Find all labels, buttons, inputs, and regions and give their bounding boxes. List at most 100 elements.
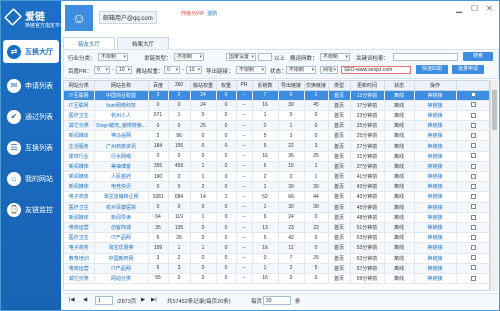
table-row[interactable]: 其它分类 Singo装饰_装修搜索... 0 0 25 0 -- 0 1 0 首页 25分钟前 离线 换链… xyxy=(64,120,489,132)
row-checkbox-cell[interactable] xyxy=(456,263,489,274)
exchange-link[interactable]: 换链接 xyxy=(414,130,457,142)
sidebar-item-exchange-list[interactable]: ☰ 互换列表 xyxy=(3,136,59,159)
site-name[interactable]: 广州商旅资讯 xyxy=(94,140,149,152)
maximize-icon[interactable]: ☐ xyxy=(471,4,478,13)
table-row[interactable]: 其它分类 网站分类 55 0 0 0 -- 16 0 0 首页 59分钟前 离线 换链接 xyxy=(64,273,489,285)
table-row[interactable]: IT互联网 中国商业联盟 3 2 24 0 -- 7 0 1 首页 13分钟前 离线 换链接 xyxy=(64,90,489,101)
row-checkbox-cell[interactable] xyxy=(456,120,489,132)
br-from-select[interactable]: 0 xyxy=(164,66,180,74)
table-row[interactable]: 新闻媒体 人民首府 190 2 1 0 -- 2 2 1 首页 41分钟前 离线 换链接 xyxy=(64,171,489,183)
row-checkbox[interactable] xyxy=(471,102,476,108)
batch-apply-button[interactable]: 批量申请 xyxy=(452,65,484,74)
exchange-link[interactable]: 换链接 xyxy=(414,222,457,234)
exchange-link[interactable]: 换链接 xyxy=(414,181,457,193)
site-name[interactable]: 杭州人人 xyxy=(94,110,149,122)
site-name[interactable]: 杭州百康医院 xyxy=(94,202,149,213)
site-name[interactable]: 淘宝优惠券 xyxy=(94,242,149,254)
table-row[interactable]: 新闻媒体 神马谷网 2 96 0 0 -- 5 3 0 首页 25分钟前 离线 换链接 xyxy=(64,130,489,142)
exchange-link[interactable]: 换链接 xyxy=(414,202,457,213)
table-row[interactable]: 新闻媒体 美柚博客 355 459 1 0 -- 6 15 1 首页 37分钟前 离线 换链接 xyxy=(64,161,489,173)
column-header[interactable]: 交换链接 xyxy=(304,81,329,91)
column-header[interactable]: PR xyxy=(236,81,253,91)
column-header[interactable]: 权重 xyxy=(216,81,237,91)
row-checkbox[interactable] xyxy=(471,112,476,118)
table-row[interactable]: 医疗卫生 IT产品网 5 26 0 0 -- 5 42 0 首页 53分钟前 离线 换链接 xyxy=(64,232,489,244)
table-row[interactable]: 教育培训 中国教育网 3 2 0 0 -- 0 7 25 首页 53分钟前 离线 换链接 xyxy=(64,253,489,264)
status-select[interactable]: 不限制 xyxy=(286,66,316,74)
row-checkbox[interactable] xyxy=(471,255,476,261)
upgrade-vip-link[interactable]: 升级为VIP 送购 xyxy=(181,10,217,17)
column-header[interactable]: 导出链接 xyxy=(278,81,305,91)
row-checkbox[interactable] xyxy=(471,183,476,189)
column-header[interactable]: 更新时间 xyxy=(350,81,385,91)
column-header[interactable]: 网站名称 xyxy=(94,81,149,91)
site-name[interactable]: Singo装饰_装修搜索... xyxy=(94,120,149,132)
table-row[interactable]: 新闻媒体 电竞快讯 0 0 2 0 -- 1 30 30 首页 43分钟前 离线 换链接 xyxy=(64,181,489,193)
site-name[interactable]: 中国商业联盟 xyxy=(94,90,149,101)
row-checkbox[interactable] xyxy=(471,275,476,281)
exchange-link[interactable]: 换链接 xyxy=(414,120,457,132)
row-checkbox-cell[interactable] xyxy=(456,90,489,101)
table-row[interactable]: 医疗卫生 杭州人人 571 1 0 0 -- 1 0 0 首页 23分钟前 离线 换链接 xyxy=(64,110,489,122)
site-name[interactable]: 创客商城 xyxy=(94,222,149,234)
prev-page-icon[interactable]: ◀ xyxy=(83,297,87,303)
page-input[interactable]: 1 xyxy=(95,296,113,305)
row-checkbox-cell[interactable] xyxy=(456,181,489,193)
site-name[interactable]: 人民首府 xyxy=(94,171,149,183)
table-row[interactable]: 新闻媒体 新闻导读 64 119 1 0 -- 9 24 0 首页 48分钟前 离线 换链接 xyxy=(64,212,489,223)
row-checkbox-cell[interactable] xyxy=(456,171,489,183)
first-page-icon[interactable]: |◀ xyxy=(69,297,75,303)
min-input[interactable] xyxy=(258,53,272,61)
table-row[interactable]: 电商运营 创客商城 35 105 0 0 -- 13 23 22 首页 51分钟前 离线 换链接 xyxy=(64,222,489,234)
exchange-link[interactable]: 换链接 xyxy=(414,140,457,152)
row-checkbox[interactable] xyxy=(471,224,476,230)
column-header[interactable] xyxy=(456,81,489,91)
row-checkbox[interactable] xyxy=(471,122,476,128)
sidebar-item-exchange-hall[interactable]: ⇄ 互换大厅 xyxy=(3,40,59,63)
row-checkbox[interactable] xyxy=(471,133,476,139)
region-select[interactable]: 国家设置 xyxy=(226,53,256,61)
site-name[interactable]: IT产品网 xyxy=(94,232,149,244)
site-name[interactable]: 美柚博客 xyxy=(94,161,149,173)
tab-friend-hall[interactable]: 链友大厅 xyxy=(63,37,116,49)
column-header[interactable]: 类型 xyxy=(328,81,351,91)
table-row[interactable]: IT互联网 Itum网络科技 0 0 24 0 -- 16 30 45 首页 17分钟前 离线 换链接 xyxy=(64,100,489,111)
site-name[interactable]: 淘宝店铺转让网 xyxy=(94,191,149,203)
keyword-input[interactable] xyxy=(393,53,458,61)
site-name[interactable]: 中国教育网 xyxy=(94,253,149,264)
tab-archive-hall[interactable]: 档案大厅 xyxy=(117,37,170,49)
table-row[interactable]: 医疗卫生 杭州百康医院 0 0 0 0 -- 1 30 30 首页 45分钟前 离线 换链接 xyxy=(64,202,489,213)
vertical-scrollbar[interactable] xyxy=(490,80,498,291)
url-input[interactable]: SEO-www.seopz.com xyxy=(341,66,411,74)
table-row[interactable]: 电子商务 淘宝店铺转让网 1681 684 14 1 -- 52 66 44 首页 43分钟前 离线 换链… xyxy=(64,191,489,203)
row-checkbox-cell[interactable] xyxy=(456,222,489,234)
row-checkbox-cell[interactable] xyxy=(456,202,489,213)
table-row[interactable]: 电商运营 IT产品网 6 3 0 0 -- 1 2 5 首页 57分钟前 离线 换链接 xyxy=(64,263,489,274)
industry-select[interactable]: 不限制 xyxy=(98,53,128,61)
exchange-link[interactable]: 换链接 xyxy=(414,171,457,183)
table-row[interactable]: 建材行业 行水网络 0 0 0 0 -- 16 36 25 首页 31分钟前 离线 换链接 xyxy=(64,151,489,162)
import-select[interactable]: 不限制 xyxy=(236,66,266,74)
row-checkbox[interactable] xyxy=(471,265,476,271)
rank-select[interactable]: 不限制 xyxy=(174,53,204,61)
quick-match-button[interactable]: 快速匹配 xyxy=(416,65,448,74)
column-header[interactable]: 反链数 xyxy=(252,81,279,91)
row-checkbox-cell[interactable] xyxy=(456,100,489,111)
exchange-link[interactable]: 换链接 xyxy=(414,110,457,122)
site-name[interactable]: 神马谷网 xyxy=(94,130,149,142)
sidebar-item-applications[interactable]: ✉ 申请列表 xyxy=(3,74,59,97)
site-name[interactable]: 电竞快讯 xyxy=(94,181,149,193)
exchange-link[interactable]: 换链接 xyxy=(414,90,457,101)
row-checkbox[interactable] xyxy=(471,234,476,240)
row-checkbox[interactable] xyxy=(471,143,476,149)
next-page-icon[interactable]: ▶ xyxy=(141,297,145,303)
close-icon[interactable]: ✕ xyxy=(486,4,493,13)
row-checkbox-cell[interactable] xyxy=(456,130,489,142)
row-checkbox-cell[interactable] xyxy=(456,232,489,244)
row-checkbox-cell[interactable] xyxy=(456,273,489,285)
minimize-icon[interactable]: ▁ xyxy=(456,4,462,13)
last-page-icon[interactable]: ▶| xyxy=(151,297,157,303)
row-checkbox[interactable] xyxy=(471,194,476,200)
column-header[interactable]: 搬站权重 xyxy=(190,81,217,91)
row-checkbox[interactable] xyxy=(471,245,476,251)
